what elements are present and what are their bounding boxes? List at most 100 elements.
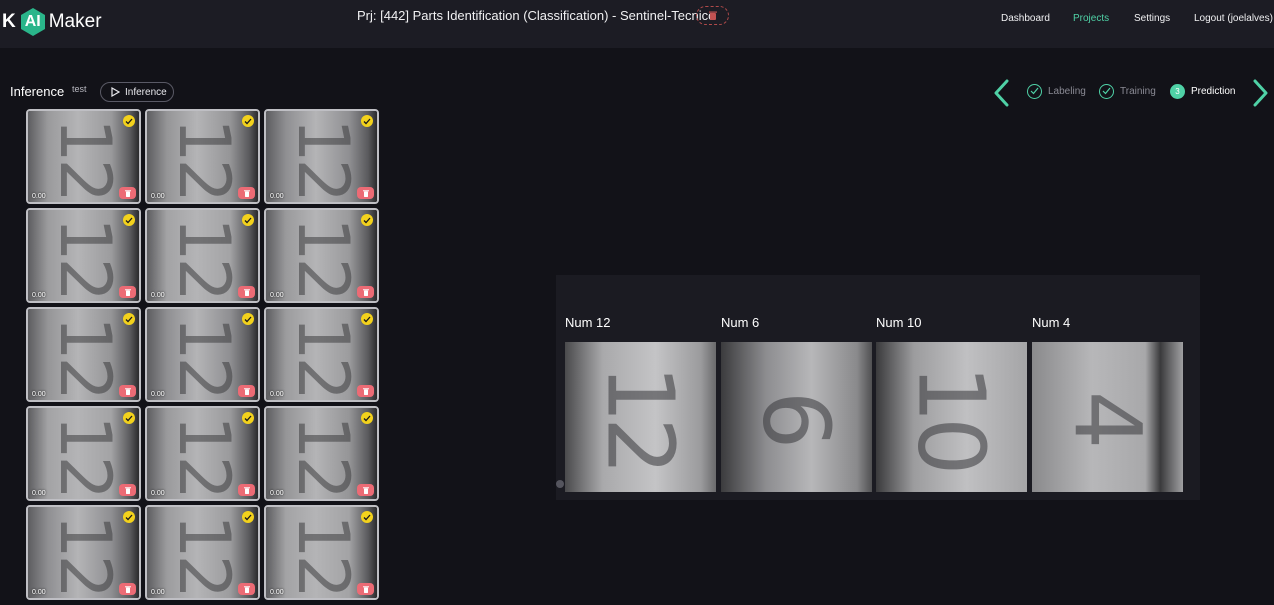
step-labeling[interactable]: Labeling xyxy=(1027,82,1086,100)
step-training[interactable]: Training xyxy=(1099,82,1156,100)
check-icon xyxy=(123,115,135,127)
inference-thumbnail[interactable]: 12 0.00 xyxy=(264,505,379,600)
inference-thumbnail[interactable]: 12 0.00 xyxy=(264,406,379,501)
nav-projects[interactable]: Projects xyxy=(1073,13,1109,24)
check-icon xyxy=(361,115,373,127)
delete-project-button[interactable] xyxy=(696,6,729,25)
inference-thumbnail[interactable]: 12 0.00 xyxy=(26,307,141,402)
engraved-digit: 4 xyxy=(1054,390,1161,444)
check-icon xyxy=(242,511,254,523)
step-number-badge: 3 xyxy=(1170,83,1185,99)
trash-icon xyxy=(124,585,131,593)
check-icon xyxy=(242,313,254,325)
check-icon xyxy=(361,313,373,325)
inference-thumbnail[interactable]: 12 0.00 xyxy=(26,208,141,303)
inference-thumbnail[interactable]: 12 0.00 xyxy=(264,307,379,402)
inference-image-grid: 12 0.00 12 0.00 12 0.00 12 0.00 12 0.00 12 0.00 12 0.… xyxy=(26,109,380,600)
trash-icon xyxy=(362,387,369,395)
check-icon xyxy=(123,214,135,226)
delete-image-button[interactable] xyxy=(238,583,255,595)
check-icon xyxy=(361,412,373,424)
nav-settings[interactable]: Settings xyxy=(1134,13,1170,24)
confidence-score: 0.00 xyxy=(32,292,46,299)
trash-icon xyxy=(243,387,250,395)
step-prediction[interactable]: 3 Prediction xyxy=(1170,82,1235,100)
inference-thumbnail[interactable]: 12 0.00 xyxy=(145,505,260,600)
confidence-score: 0.00 xyxy=(151,391,165,398)
confidence-score: 0.00 xyxy=(151,292,165,299)
delete-image-button[interactable] xyxy=(357,385,374,397)
check-icon xyxy=(123,412,135,424)
confidence-score: 0.00 xyxy=(270,391,284,398)
check-icon xyxy=(242,214,254,226)
delete-image-button[interactable] xyxy=(119,385,136,397)
trash-icon xyxy=(243,486,250,494)
inference-thumbnail[interactable]: 12 0.00 xyxy=(264,109,379,204)
inference-thumbnail[interactable]: 12 0.00 xyxy=(26,109,141,204)
trash-icon xyxy=(124,189,131,197)
logo-k: K xyxy=(2,11,16,32)
confidence-score: 0.00 xyxy=(270,490,284,497)
top-header: K AI Maker Prj: [442] Parts Identificati… xyxy=(0,0,1274,48)
inference-thumbnail[interactable]: 12 0.00 xyxy=(145,109,260,204)
inference-thumbnail[interactable]: 12 0.00 xyxy=(145,307,260,402)
step-next-button[interactable] xyxy=(1251,79,1271,107)
check-circle-icon xyxy=(1027,83,1042,99)
delete-image-button[interactable] xyxy=(357,286,374,298)
inference-title: Inference xyxy=(10,84,65,99)
confidence-score: 0.00 xyxy=(270,193,284,200)
step-prev-button[interactable] xyxy=(991,79,1011,107)
class-label: Num 12 xyxy=(565,315,611,330)
delete-image-button[interactable] xyxy=(357,484,374,496)
confidence-score: 0.00 xyxy=(270,292,284,299)
logo-maker: Maker xyxy=(48,11,102,32)
engraved-digit: 12 xyxy=(587,364,694,470)
trash-icon xyxy=(708,11,717,20)
chevron-right-icon xyxy=(1253,79,1268,107)
trash-icon xyxy=(124,288,131,296)
delete-image-button[interactable] xyxy=(238,385,255,397)
delete-image-button[interactable] xyxy=(119,286,136,298)
check-icon xyxy=(123,511,135,523)
inference-thumbnail[interactable]: 12 0.00 xyxy=(145,208,260,303)
inference-thumbnail[interactable]: 12 0.00 xyxy=(26,406,141,501)
delete-image-button[interactable] xyxy=(119,484,136,496)
trash-icon xyxy=(243,288,250,296)
delete-image-button[interactable] xyxy=(238,187,255,199)
trash-icon xyxy=(243,189,250,197)
confidence-score: 0.00 xyxy=(270,589,284,596)
inference-thumbnail[interactable]: 12 0.00 xyxy=(264,208,379,303)
carousel-dot[interactable] xyxy=(556,480,564,488)
step-training-label: Training xyxy=(1120,85,1156,97)
trash-icon xyxy=(362,288,369,296)
class-example-image: 6 xyxy=(721,342,872,492)
confidence-score: 0.00 xyxy=(32,490,46,497)
inference-thumbnail[interactable]: 12 0.00 xyxy=(145,406,260,501)
nav-dashboard[interactable]: Dashboard xyxy=(1001,13,1050,24)
confidence-score: 0.00 xyxy=(151,193,165,200)
inference-thumbnail[interactable]: 12 0.00 xyxy=(26,505,141,600)
step-prediction-label: Prediction xyxy=(1191,85,1236,97)
delete-image-button[interactable] xyxy=(119,583,136,595)
trash-icon xyxy=(362,585,369,593)
project-title: Prj: [442] Parts Identification (Classif… xyxy=(357,8,716,23)
delete-image-button[interactable] xyxy=(357,583,374,595)
kaimaker-logo[interactable]: K AI Maker xyxy=(2,6,102,38)
delete-image-button[interactable] xyxy=(238,484,255,496)
delete-image-button[interactable] xyxy=(238,286,255,298)
confidence-score: 0.00 xyxy=(32,193,46,200)
confidence-score: 0.00 xyxy=(32,589,46,596)
nav-logout[interactable]: Logout (joelalves) xyxy=(1194,13,1273,24)
logo-ai: AI xyxy=(24,13,41,30)
prediction-panel: Num 12 12 Num 6 6 Num 10 10 Num 4 4 xyxy=(556,275,1200,500)
inference-button[interactable]: Inference xyxy=(100,82,174,102)
delete-image-button[interactable] xyxy=(357,187,374,199)
class-label: Num 4 xyxy=(1032,315,1071,330)
check-icon xyxy=(242,412,254,424)
class-label: Num 10 xyxy=(876,315,922,330)
check-icon xyxy=(361,214,373,226)
trash-icon xyxy=(362,189,369,197)
trash-icon xyxy=(362,486,369,494)
class-example-image: 10 xyxy=(876,342,1027,492)
delete-image-button[interactable] xyxy=(119,187,136,199)
